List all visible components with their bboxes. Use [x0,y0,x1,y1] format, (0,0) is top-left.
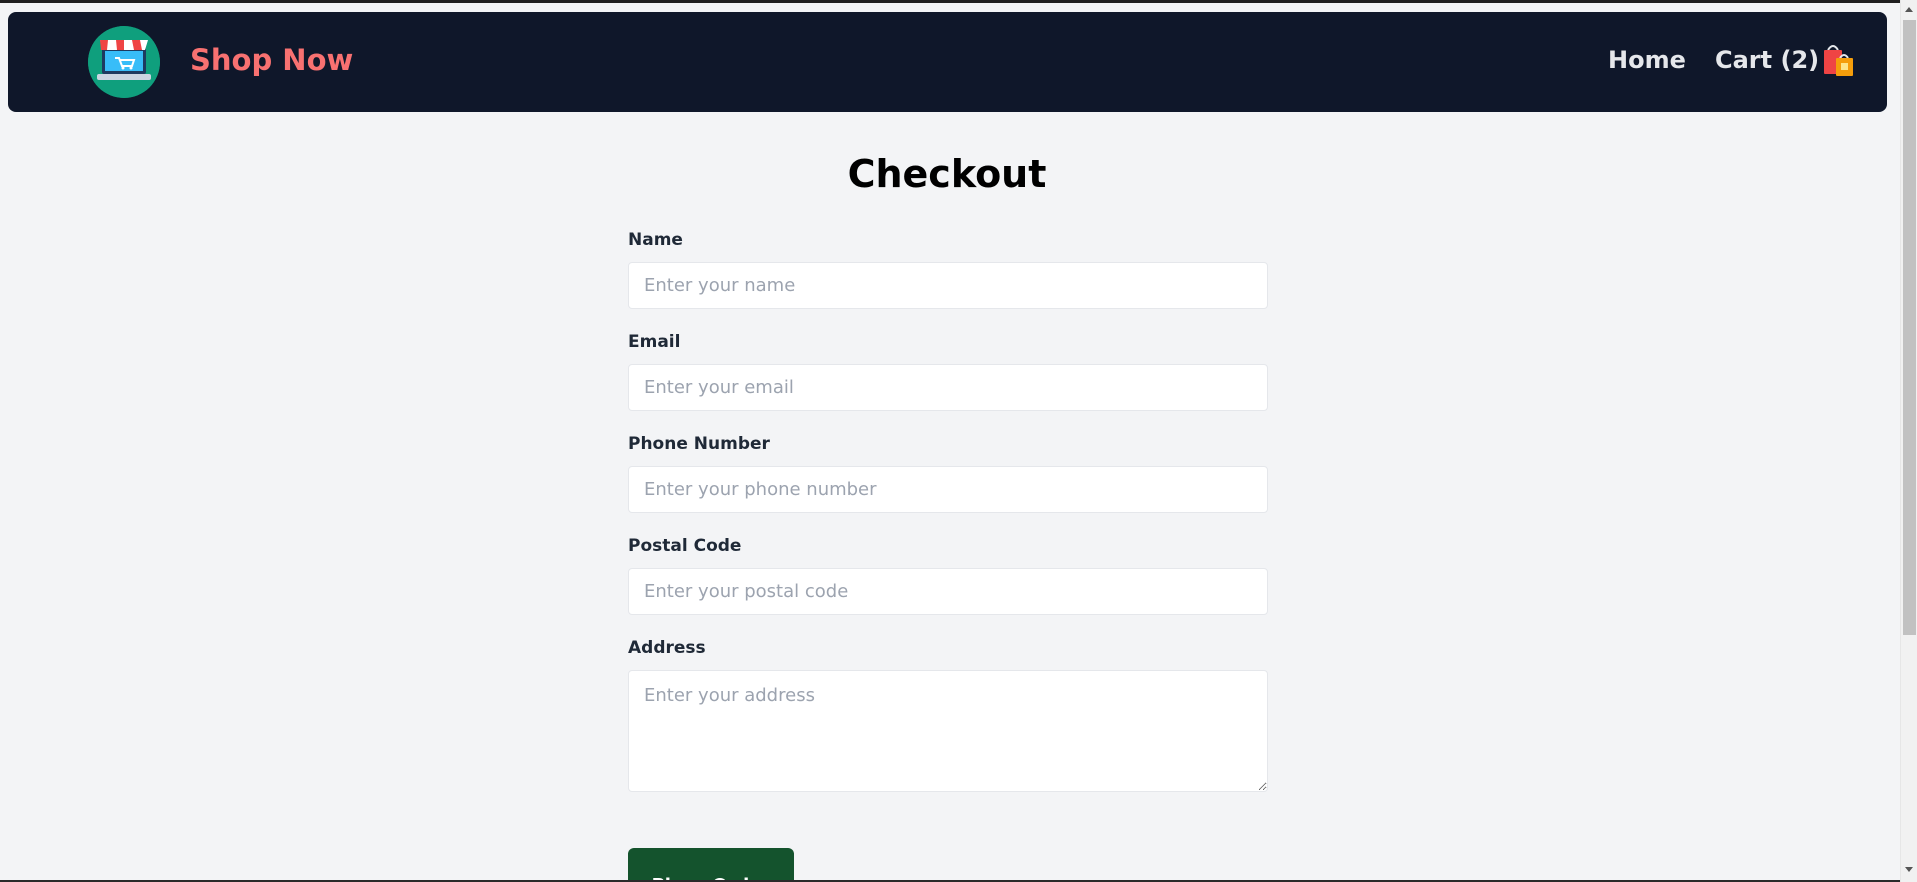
scroll-down-arrow-icon[interactable] [1905,867,1913,872]
shopping-bags-icon[interactable] [1820,44,1856,78]
postal-code-label: Postal Code [628,536,742,556]
place-order-button[interactable]: Place Order [628,848,794,882]
phone-label: Phone Number [628,434,770,454]
phone-input[interactable] [628,466,1268,513]
vertical-scrollbar[interactable] [1900,0,1917,882]
name-label: Name [628,230,683,250]
email-input[interactable] [628,364,1268,411]
name-input[interactable] [628,262,1268,309]
scrollbar-thumb[interactable] [1903,20,1916,635]
address-textarea[interactable] [628,670,1268,792]
window-top-border [0,0,1917,3]
navbar: Shop Now Home Cart (2) [8,12,1887,112]
page-title: Checkout [847,152,1047,196]
nav-cart-link[interactable]: Cart (2) [1715,46,1819,74]
scroll-up-arrow-icon[interactable] [1905,7,1913,12]
nav-home-link[interactable]: Home [1608,46,1686,74]
email-label: Email [628,332,681,352]
postal-code-input[interactable] [628,568,1268,615]
brand-name[interactable]: Shop Now [190,43,353,77]
address-label: Address [628,638,706,658]
shop-logo-icon[interactable] [88,26,160,98]
